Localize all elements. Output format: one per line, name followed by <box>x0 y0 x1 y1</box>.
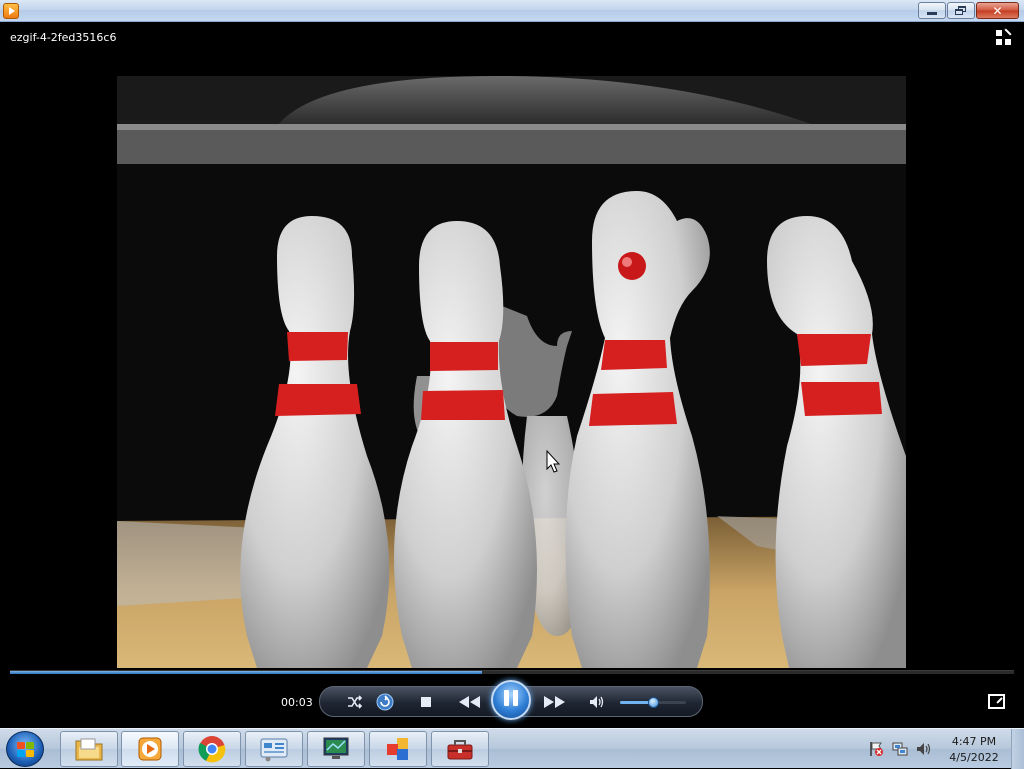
repeat-button[interactable] <box>374 687 396 716</box>
minimize-button[interactable] <box>918 2 946 19</box>
elapsed-time: 00:03 <box>281 696 313 709</box>
show-desktop-button[interactable] <box>1011 729 1024 769</box>
restore-icon <box>955 5 967 16</box>
taskbar-remote-desktop[interactable] <box>307 731 365 767</box>
taskbar-windows-media-player[interactable] <box>121 731 179 767</box>
previous-button[interactable] <box>450 687 490 716</box>
pause-button[interactable] <box>491 680 531 720</box>
network-button[interactable] <box>892 741 908 757</box>
taskbar-google-chrome[interactable] <box>183 731 241 767</box>
taskbar-toolbox[interactable] <box>431 731 489 767</box>
stop-button[interactable] <box>416 687 436 716</box>
taskbar-windows-explorer[interactable] <box>60 731 118 767</box>
restore-button[interactable] <box>947 2 975 19</box>
clock-time: 4:47 PM <box>951 735 997 748</box>
fast-forward-icon <box>544 695 565 708</box>
switch-to-library-button[interactable] <box>996 28 1014 46</box>
seek-progress <box>10 671 482 674</box>
minimize-icon <box>927 12 937 15</box>
pause-icon <box>502 690 520 710</box>
clock[interactable]: 4:47 PM 4/5/2022 <box>944 734 1004 766</box>
windows-start-icon <box>16 741 34 757</box>
action-center-flag-icon <box>870 742 883 756</box>
next-button[interactable] <box>534 687 574 716</box>
video-frame[interactable] <box>117 76 906 668</box>
shuffle-icon <box>348 694 363 709</box>
taskbar-control-panel[interactable] <box>245 731 303 767</box>
chrome-icon <box>198 736 226 763</box>
rewind-icon <box>459 695 480 708</box>
volume-button[interactable] <box>916 741 932 757</box>
speaker-icon <box>590 695 604 708</box>
media-player-window: ✕ ezgif-4-2fed3516c6 00:03 <box>0 0 1024 728</box>
control-panel-icon <box>260 738 288 762</box>
mute-button[interactable] <box>586 687 608 716</box>
full-screen-button[interactable] <box>988 694 1005 709</box>
volume-slider[interactable] <box>620 697 686 708</box>
close-button[interactable]: ✕ <box>976 2 1019 19</box>
network-icon <box>892 742 908 756</box>
clock-date: 4/5/2022 <box>949 751 999 764</box>
monitor-icon <box>323 737 349 759</box>
colored-blocks-icon <box>387 738 408 760</box>
repeat-icon <box>376 693 394 710</box>
volume-icon <box>917 743 931 755</box>
media-player-app-icon[interactable] <box>3 3 19 19</box>
shuffle-button[interactable] <box>344 687 366 716</box>
close-icon: ✕ <box>992 3 1003 18</box>
bowling-pins-video <box>117 76 906 668</box>
toolbox-icon <box>447 740 473 760</box>
seek-bar[interactable] <box>10 670 1014 674</box>
media-player-icon <box>138 737 162 761</box>
volume-thumb[interactable] <box>648 697 659 708</box>
action-center-button[interactable] <box>868 741 884 757</box>
taskbar: 4:47 PM 4/5/2022 <box>0 728 1024 769</box>
start-button[interactable] <box>6 731 44 767</box>
folder-icon <box>75 738 103 761</box>
stop-icon <box>421 696 431 707</box>
window-buttons: ✕ <box>918 2 1019 19</box>
now-playing-title: ezgif-4-2fed3516c6 <box>10 31 117 44</box>
taskbar-app-blocks[interactable] <box>369 731 427 767</box>
title-bar[interactable]: ✕ <box>0 0 1024 22</box>
